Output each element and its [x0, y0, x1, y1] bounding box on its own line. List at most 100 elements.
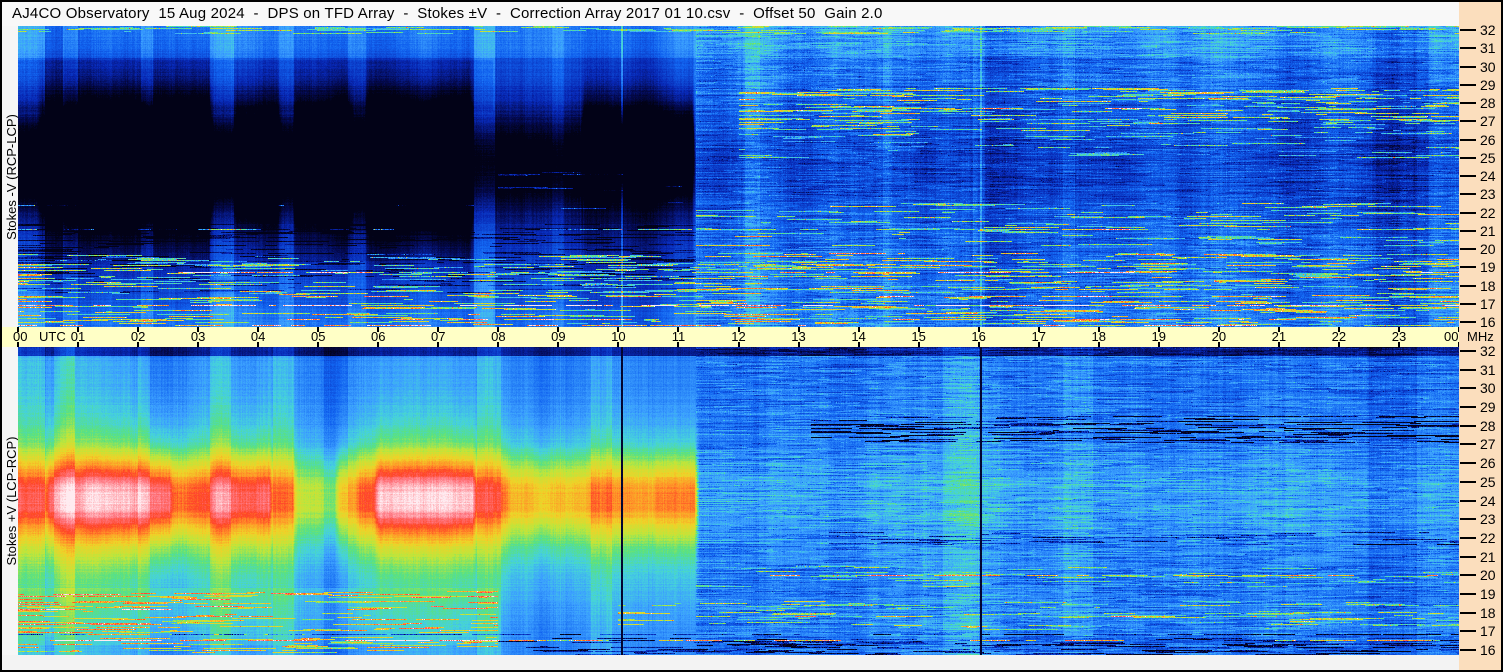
freq-tick [1460, 630, 1476, 633]
freq-tick [1460, 536, 1476, 539]
freq-label: 31 [1480, 40, 1496, 57]
freq-label: 29 [1480, 76, 1496, 93]
freq-label: 30 [1480, 380, 1496, 397]
freq-tick [1460, 284, 1476, 287]
freq-label: 25 [1480, 473, 1496, 490]
freq-tick [1460, 387, 1476, 390]
freq-label: 18 [1480, 277, 1496, 294]
freq-label: 27 [1480, 436, 1496, 453]
freq-tick [1460, 462, 1476, 465]
hour-label: 13 [791, 329, 806, 344]
hour-label: 08 [491, 329, 506, 344]
hour-label: 14 [851, 329, 866, 344]
hour-label: 05 [310, 329, 326, 344]
freq-tick [1460, 175, 1476, 177]
freq-tick [1460, 302, 1476, 305]
hour-label: 18 [1091, 329, 1106, 344]
freq-tick [1460, 611, 1476, 614]
hour-label: 11 [671, 329, 686, 344]
hour-label: 21 [1271, 329, 1287, 344]
freq-tick [1460, 406, 1476, 409]
freq-label: 24 [1480, 492, 1496, 509]
freq-label: 28 [1480, 95, 1496, 111]
freq-label: 18 [1480, 604, 1496, 621]
freq-tick [1460, 649, 1476, 651]
hour-label: 12 [731, 329, 746, 344]
freq-label: 20 [1480, 241, 1496, 257]
panel2-axis-label: Stokes +V (LCP-RCP) [4, 436, 19, 566]
freq-label: 21 [1480, 222, 1496, 239]
title-bar: AJ4CO Observatory 15 Aug 2024 - DPS on T… [2, 2, 1459, 26]
freq-label: 26 [1480, 455, 1496, 472]
freq-label: 30 [1480, 58, 1496, 75]
freq-tick [1460, 592, 1476, 595]
title-text: AJ4CO Observatory 15 Aug 2024 - DPS on T… [12, 5, 883, 22]
freq-tick [1460, 266, 1476, 269]
freq-tick [1460, 229, 1476, 232]
hour-label: 04 [250, 329, 266, 344]
hour-label: 07 [431, 329, 446, 344]
freq-label: 22 [1480, 204, 1496, 221]
freq-label: 16 [1480, 314, 1496, 330]
freq-label: 19 [1480, 585, 1496, 602]
hour-label: 15 [911, 329, 926, 344]
bottom-margin [2, 655, 1459, 670]
freq-label: 17 [1480, 295, 1496, 312]
utc-label: UTC [39, 329, 66, 344]
freq-label: 28 [1480, 417, 1496, 434]
freq-label: 22 [1480, 529, 1496, 546]
freq-label: 20 [1480, 567, 1496, 584]
stokes-plus-v-spectrogram [18, 347, 1459, 655]
app-window: AJ4CO Observatory 15 Aug 2024 - DPS on T… [0, 0, 1503, 672]
freq-tick [1460, 211, 1476, 214]
time-axis: 00 UTC 01 02 03 04 05 06 07 08 09 10 11 12 13 14 15 16 17 1… [2, 327, 1460, 347]
freq-tick [1460, 574, 1476, 577]
freq-label: 26 [1480, 131, 1496, 148]
freq-label: 17 [1480, 623, 1496, 640]
hour-label: 17 [1031, 329, 1046, 344]
freq-label: 23 [1480, 186, 1496, 203]
freq-label: 31 [1480, 361, 1496, 378]
freq-tick [1460, 102, 1476, 104]
hour-label: 23 [1391, 329, 1407, 344]
freq-tick [1460, 193, 1476, 196]
freq-label: 19 [1480, 259, 1496, 276]
hour-label: 10 [611, 329, 626, 344]
freq-label: 27 [1480, 113, 1496, 130]
freq-tick [1460, 29, 1476, 31]
hour-label: 19 [1151, 329, 1167, 344]
hour-label: 00 [1444, 329, 1459, 344]
hour-label: 20 [1211, 329, 1227, 344]
freq-tick [1460, 83, 1476, 86]
freq-tick [1460, 518, 1476, 521]
freq-tick [1460, 424, 1476, 427]
freq-tick [1460, 368, 1476, 371]
stokes-minus-v-spectrogram [18, 26, 1459, 327]
freq-label: 32 [1480, 343, 1496, 359]
hour-label: 06 [371, 329, 386, 344]
freq-label: 16 [1480, 642, 1496, 658]
mhz-label: MHz [1467, 329, 1494, 344]
hour-label: 09 [551, 329, 566, 344]
freq-tick [1460, 555, 1476, 558]
freq-label: 29 [1480, 399, 1496, 416]
freq-label: 23 [1480, 511, 1496, 528]
frequency-axis: 32 31 30 29 28 27 26 25 24 23 22 21 20 19 18 17 16 32 31 30… [1459, 2, 1501, 670]
freq-label: 24 [1480, 168, 1496, 184]
hour-label: 01 [70, 329, 86, 344]
freq-label: 32 [1480, 22, 1496, 38]
freq-tick [1460, 350, 1476, 352]
freq-label: 21 [1480, 548, 1496, 565]
hour-label: 22 [1331, 329, 1347, 344]
freq-tick [1460, 120, 1476, 123]
hour-label: 02 [130, 329, 146, 344]
freq-tick [1460, 443, 1476, 446]
hour-label: 00 [13, 329, 28, 344]
freq-tick [1460, 138, 1476, 141]
freq-tick [1460, 65, 1476, 68]
freq-tick [1460, 480, 1476, 483]
freq-tick [1460, 321, 1476, 323]
hour-label: 03 [190, 329, 206, 344]
freq-tick [1460, 47, 1476, 50]
hour-label: 16 [971, 329, 986, 344]
